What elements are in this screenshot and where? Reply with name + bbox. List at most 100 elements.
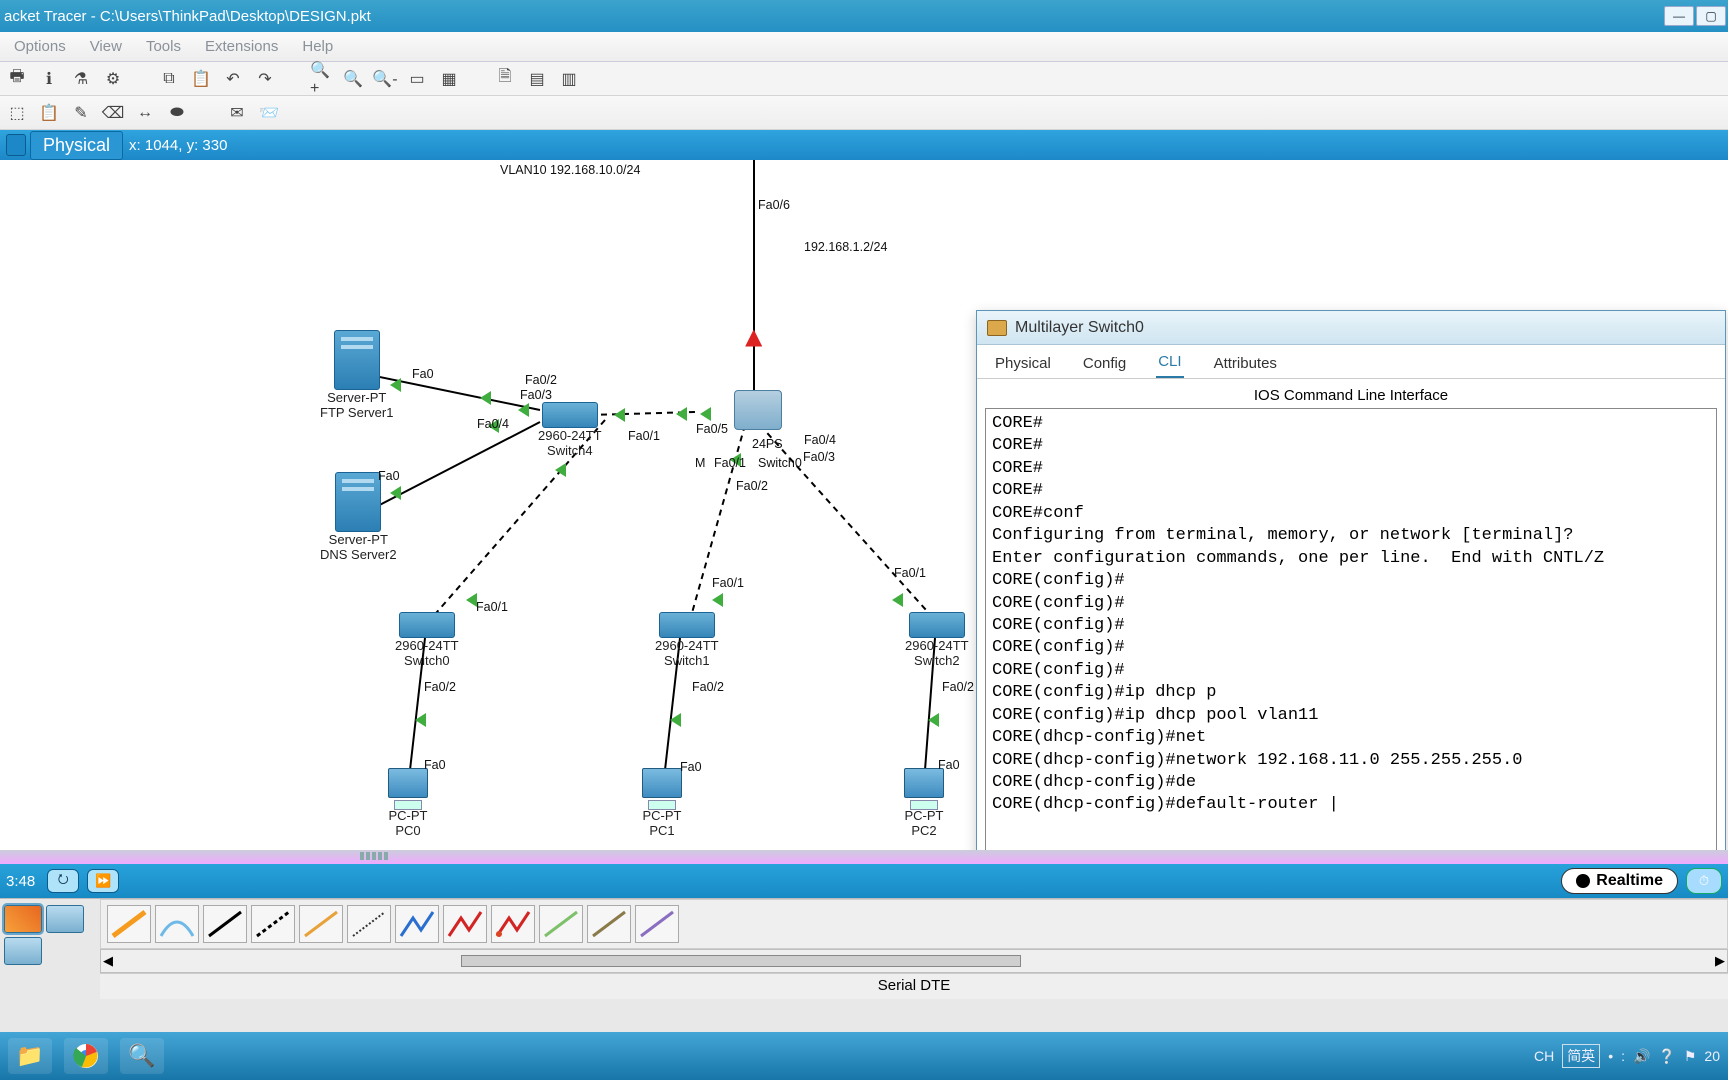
tab-physical[interactable]: Physical xyxy=(993,349,1053,378)
device-switch0[interactable]: 2960-24TT Switch0 xyxy=(395,612,459,668)
cable-cross[interactable] xyxy=(251,905,295,943)
minimize-button[interactable]: — xyxy=(1664,6,1694,26)
sw1-host: Switch1 xyxy=(655,653,719,668)
cable-phone[interactable] xyxy=(347,905,391,943)
cable-coax[interactable] xyxy=(395,905,439,943)
iface-fa03-sw4: Fa0/3 xyxy=(520,388,552,402)
logical-toggle-icon[interactable] xyxy=(6,134,26,156)
iface-fa02-sw4: Fa0/2 xyxy=(525,373,557,387)
pc-icon xyxy=(386,768,430,808)
cable-straight[interactable] xyxy=(203,905,247,943)
reset-time-button[interactable]: ⭮ xyxy=(47,869,79,893)
switch-icon xyxy=(659,612,715,638)
message-icon[interactable]: ✉ xyxy=(226,102,248,124)
explorer-taskbar-icon[interactable]: 📁 xyxy=(8,1038,52,1074)
wizard-icon[interactable]: ⚙ xyxy=(102,68,124,90)
iface-fa0-pc1: Fa0 xyxy=(680,760,702,774)
palette-device-1[interactable] xyxy=(4,905,42,933)
draw-icon[interactable]: ▦ xyxy=(438,68,460,90)
palette-scrollbar[interactable]: ◀ ▶ xyxy=(100,949,1728,973)
tray-dot-icon[interactable]: • xyxy=(1608,1048,1613,1064)
device-ftp-server[interactable]: Server-PT FTP Server1 xyxy=(320,330,393,420)
clipboard-icon[interactable]: 📋 xyxy=(38,102,60,124)
device-pc2[interactable]: PC-PT PC2 xyxy=(902,768,946,838)
maximize-button[interactable]: ▢ xyxy=(1696,6,1726,26)
cable-iot[interactable] xyxy=(587,905,631,943)
cable-usb[interactable] xyxy=(635,905,679,943)
device-switch4[interactable]: 2960-24TT Switch4 xyxy=(538,402,602,458)
cable-octal[interactable] xyxy=(539,905,583,943)
clock-icon xyxy=(1576,874,1590,888)
menu-view[interactable]: View xyxy=(78,38,134,55)
ime-indicator[interactable]: CH xyxy=(1534,1048,1554,1064)
menu-help[interactable]: Help xyxy=(290,38,345,55)
srv2-name: Server-PT xyxy=(320,532,397,547)
physical-tab[interactable]: Physical xyxy=(30,131,123,160)
cable-auto[interactable] xyxy=(107,905,151,943)
copy-icon[interactable]: ⧉ xyxy=(158,68,180,90)
system-tray[interactable]: CH 简英 • : 🔊 ❔ ⚑ 20 xyxy=(1534,1044,1720,1068)
device-switch1[interactable]: 2960-24TT Switch1 xyxy=(655,612,719,668)
menu-tools[interactable]: Tools xyxy=(134,38,193,55)
device-switch2[interactable]: 2960-24TT Switch2 xyxy=(905,612,969,668)
cli-titlebar[interactable]: Multilayer Switch0 xyxy=(977,311,1725,345)
tray-time[interactable]: 20 xyxy=(1704,1048,1720,1064)
cli-terminal[interactable]: CORE# CORE# CORE# CORE# CORE#conf Config… xyxy=(985,408,1717,850)
palette-device-3[interactable] xyxy=(4,937,42,965)
panel-icon[interactable]: ▥ xyxy=(558,68,580,90)
tab-attributes[interactable]: Attributes xyxy=(1212,349,1279,378)
device-dns-server[interactable]: Server-PT DNS Server2 xyxy=(320,472,397,562)
zoom-reset-icon[interactable]: 🔍 xyxy=(342,68,364,90)
undo-icon[interactable]: ↶ xyxy=(222,68,244,90)
menu-extensions[interactable]: Extensions xyxy=(193,38,290,55)
pane-splitter[interactable] xyxy=(0,850,1728,864)
tab-cli[interactable]: CLI xyxy=(1156,347,1183,378)
iface-fa01m-mls: Fa0/1 xyxy=(714,456,746,470)
tray-volume-icon[interactable]: 🔊 xyxy=(1633,1048,1650,1065)
open-message-icon[interactable]: 📨 xyxy=(258,102,280,124)
simulation-mode-button[interactable]: ⏱ xyxy=(1686,868,1722,894)
eraser-icon[interactable]: ⌫ xyxy=(102,102,124,124)
zoom-in-icon[interactable]: 🔍+ xyxy=(310,68,332,90)
scrollbar-handle[interactable] xyxy=(461,955,1021,967)
device-pc0[interactable]: PC-PT PC0 xyxy=(386,768,430,838)
tray-flag-icon[interactable]: ⚑ xyxy=(1684,1048,1697,1065)
select-icon[interactable]: ⬚ xyxy=(6,102,28,124)
cable-serial-dce[interactable] xyxy=(443,905,487,943)
fast-forward-button[interactable]: ⏩ xyxy=(87,869,119,893)
server-icon xyxy=(335,472,381,532)
activity-icon[interactable]: ⚗ xyxy=(70,68,92,90)
main-titlebar: acket Tracer - C:\Users\ThinkPad\Desktop… xyxy=(0,0,1728,32)
info-icon[interactable]: ℹ xyxy=(38,68,60,90)
multilayer-switch-small-icon xyxy=(987,320,1007,336)
sw0-host: Switch0 xyxy=(395,653,459,668)
lang-indicator[interactable]: 简英 xyxy=(1562,1044,1600,1068)
cable-console[interactable] xyxy=(155,905,199,943)
device-mls0[interactable] xyxy=(734,390,782,430)
paste-icon[interactable]: 📋 xyxy=(190,68,212,90)
menu-options[interactable]: Options xyxy=(2,38,78,55)
zoom-out-icon[interactable]: 🔍- xyxy=(374,68,396,90)
tile-icon[interactable]: ▤ xyxy=(526,68,548,90)
tab-config[interactable]: Config xyxy=(1081,349,1128,378)
palette-device-2[interactable] xyxy=(46,905,84,933)
cable-fiber[interactable] xyxy=(299,905,343,943)
packet-tracer-taskbar-icon[interactable]: 🔍 xyxy=(120,1038,164,1074)
shape-icon[interactable]: ⬬ xyxy=(166,102,188,124)
pen-icon[interactable]: ✎ xyxy=(70,102,92,124)
print-icon[interactable]: 🖶 xyxy=(6,68,28,90)
cable-serial-dte[interactable] xyxy=(491,905,535,943)
chrome-taskbar-icon[interactable] xyxy=(64,1038,108,1074)
switch-icon xyxy=(909,612,965,638)
workspace-canvas[interactable]: VLAN10 192.168.10.0/24 Fa0/6 192.168.1.2… xyxy=(0,160,1728,850)
cable-palette xyxy=(100,899,1728,949)
note-icon[interactable]: 🗎 xyxy=(494,68,516,90)
mls-ip-label: 192.168.1.2/24 xyxy=(804,240,887,254)
device-pc1[interactable]: PC-PT PC1 xyxy=(640,768,684,838)
resize-icon[interactable]: ↔ xyxy=(134,102,156,124)
draw-rect-icon[interactable]: ▭ xyxy=(406,68,428,90)
tray-help-icon[interactable]: ❔ xyxy=(1658,1048,1675,1065)
redo-icon[interactable]: ↷ xyxy=(254,68,276,90)
realtime-toggle[interactable]: Realtime xyxy=(1561,868,1678,894)
iface-fa02-mls: Fa0/2 xyxy=(736,479,768,493)
